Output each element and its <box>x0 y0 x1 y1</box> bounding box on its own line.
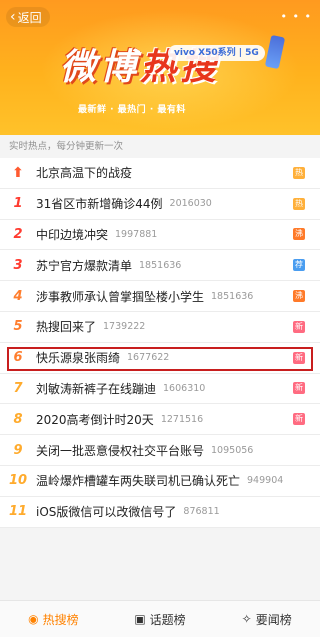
item-title: 热搜回来了 <box>36 320 97 335</box>
list-item[interactable]: 5 热搜回来了 1739222 新 <box>0 311 320 343</box>
fire-icon: ◉ <box>28 612 39 626</box>
tab-hot-search[interactable]: ◉ 热搜榜 <box>0 601 107 637</box>
status-badge: 新 <box>293 320 305 333</box>
tab-news[interactable]: ✧ 要闻榜 <box>213 601 320 637</box>
item-count: 949904 <box>247 475 284 487</box>
status-badge: 热 <box>293 166 305 179</box>
status-badge: 新 <box>293 351 305 364</box>
rank-number: 7 <box>13 380 23 396</box>
item-count: 876811 <box>183 506 220 518</box>
item-title: iOS版微信可以改微信号了 <box>36 505 177 520</box>
item-title: 快乐源泉张雨绮 <box>36 351 121 366</box>
rank-number: 11 <box>8 504 28 520</box>
list-item[interactable]: 1 31省区市新增确诊44例 2016030 热 <box>0 188 320 220</box>
back-button[interactable]: ‹ 返回 <box>6 7 50 27</box>
item-title: 涉事教师承认曾掌掴坠楼小学生 <box>36 289 205 304</box>
item-title: 苏宁官方爆款清单 <box>36 258 133 273</box>
hot-search-list: ⬆ 北京高温下的战疫热 1 31省区市新增确诊44例 2016030 热 2 中印边境冲突 19… <box>0 158 320 528</box>
tab-label: 热搜榜 <box>42 612 79 627</box>
item-count: 1606310 <box>163 382 206 394</box>
item-count: 1271516 <box>160 413 204 425</box>
item-title: 关闭一批恶意侵权社交平台账号 <box>36 443 205 458</box>
item-count: 1739222 <box>103 321 146 333</box>
item-title: 北京高温下的战疫 <box>36 166 133 181</box>
rank-number: 4 <box>13 288 23 304</box>
rank-number: 5 <box>13 319 23 335</box>
list-item[interactable]: 3 苏宁官方爆款清单 1851636 荐 <box>0 250 320 282</box>
status-badge: 沸 <box>293 228 305 241</box>
list-item[interactable]: 2 中印边境冲突 1997881 沸 <box>0 219 320 251</box>
item-title: 31省区市新增确诊44例 <box>36 197 163 212</box>
item-title: 中印边境冲突 <box>36 227 109 242</box>
status-badge: 荐 <box>293 259 305 272</box>
rank-number: 6 <box>13 350 23 366</box>
list-item[interactable]: 7 刘敏涛新裤子在线蹦迪 1606310 新 <box>0 373 320 405</box>
list-item[interactable]: ⬆ 北京高温下的战疫 热 <box>0 158 320 189</box>
rank-number: 9 <box>13 442 23 458</box>
bottom-tab-bar: ◉ 热搜榜 ▣ 话题榜 ✧ 要闻榜 <box>0 600 320 637</box>
status-badge: 沸 <box>293 290 305 303</box>
list-item[interactable]: 8 2020高考倒计时20天 1271516 新 <box>0 404 320 436</box>
banner-title-weibo: 微博 <box>60 46 141 88</box>
item-count: 1851636 <box>139 259 182 271</box>
chevron-left-icon: ‹ <box>10 9 16 25</box>
more-menu-icon[interactable]: • • • <box>281 10 312 23</box>
rank-number: 10 <box>8 473 28 489</box>
rank-number: 3 <box>13 257 23 273</box>
back-label: 返回 <box>17 10 42 25</box>
list-item[interactable]: 11 iOS版微信可以改微信号了 876811 <box>0 496 320 528</box>
tab-label: 要闻榜 <box>255 612 292 627</box>
list-item[interactable]: 4 涉事教师承认曾掌掴坠楼小学生 1851636 沸 <box>0 281 320 312</box>
status-badge: 新 <box>293 413 305 426</box>
rank-number: 2 <box>13 226 23 242</box>
banner-tagline: 最新鲜 · 最热门 · 最有料 <box>78 105 186 115</box>
item-count: 1095056 <box>211 444 254 456</box>
rank-number: 8 <box>13 411 23 427</box>
list-subheader: 实时热点，每分钟更新一次 <box>0 135 320 158</box>
status-badge: 新 <box>293 382 305 395</box>
item-count: 1851636 <box>211 290 254 302</box>
topic-icon: ▣ <box>134 612 146 626</box>
list-item[interactable]: 10 温岭爆炸槽罐车两失联司机已确认死亡 949904 <box>0 465 320 497</box>
tab-label: 话题榜 <box>149 612 186 627</box>
news-icon: ✧ <box>241 612 252 626</box>
list-item[interactable]: 6 快乐源泉张雨绮 1677622 新 <box>0 342 320 374</box>
sponsor-tag: vivo X50系列 | 5G <box>168 45 265 61</box>
list-item[interactable]: 9 关闭一批恶意侵权社交平台账号 1095056 <box>0 435 320 466</box>
status-badge: 热 <box>293 197 305 210</box>
item-title: 刘敏涛新裤子在线蹦迪 <box>36 381 157 396</box>
item-title: 2020高考倒计时20天 <box>36 412 154 427</box>
item-count: 1997881 <box>115 228 158 240</box>
rank-number: 1 <box>13 196 23 212</box>
pinned-top-icon: ⬆ <box>12 164 24 181</box>
tab-topics[interactable]: ▣ 话题榜 <box>107 601 214 637</box>
hot-search-banner: ‹ 返回 • • • 微博热搜 vivo X50系列 | 5G 最新鲜 · 最热… <box>0 0 320 135</box>
item-count: 1677622 <box>127 352 170 364</box>
item-count: 2016030 <box>169 198 212 210</box>
item-title: 温岭爆炸槽罐车两失联司机已确认死亡 <box>36 474 241 489</box>
